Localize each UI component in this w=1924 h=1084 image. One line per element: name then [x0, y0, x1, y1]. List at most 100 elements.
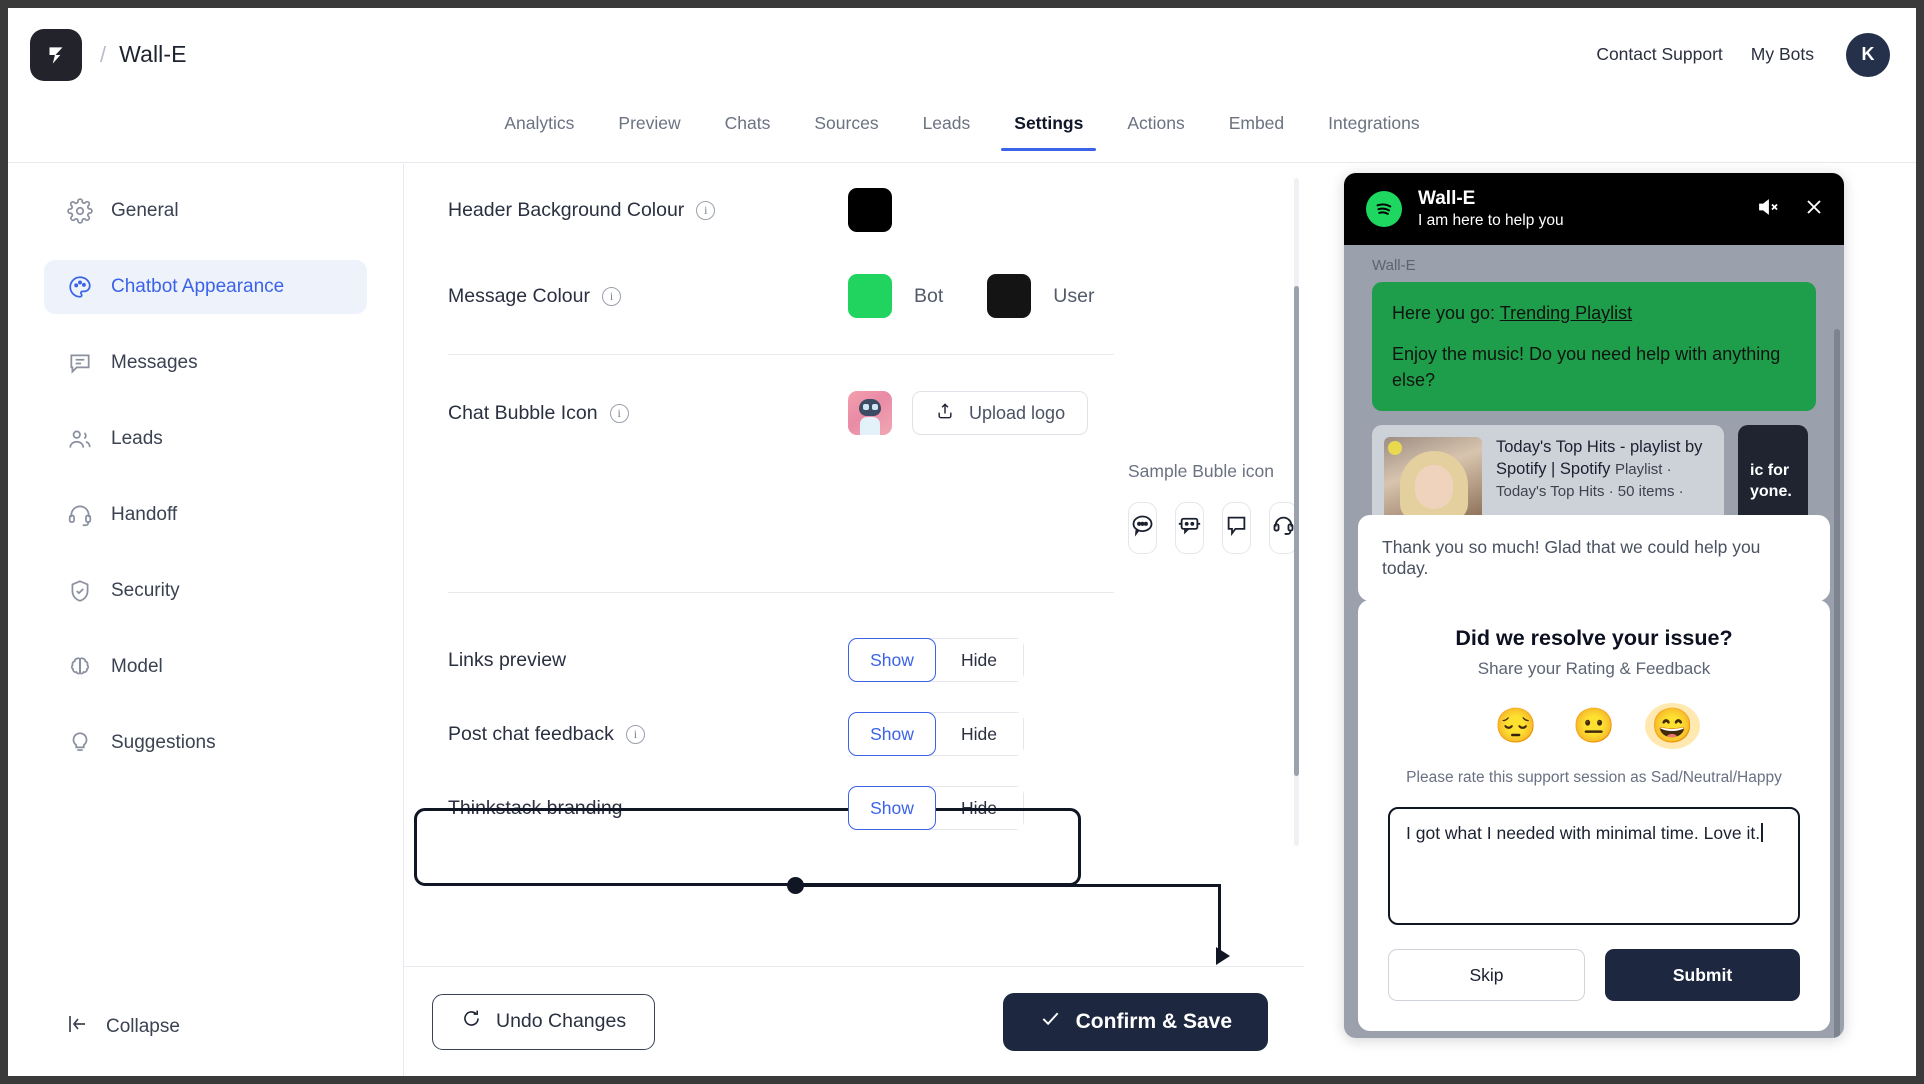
post-chat-feedback-show-button[interactable]: Show [848, 712, 936, 756]
submit-button[interactable]: Submit [1605, 949, 1800, 1001]
sidebar-item-label: Model [111, 656, 163, 677]
feedback-rate-hint: Please rate this support session as Sad/… [1406, 769, 1782, 786]
tab-embed[interactable]: Embed [1207, 101, 1306, 150]
robot-chat-icon [1176, 512, 1203, 544]
mute-icon[interactable] [1756, 195, 1780, 224]
thinkstack-branding-label-group: Thinkstack branding [448, 797, 848, 820]
confirm-and-save-button[interactable]: Confirm & Save [1002, 992, 1268, 1051]
neutral-emoji[interactable]: 😐 [1573, 709, 1615, 743]
sidebar-item-label: Chatbot Appearance [111, 276, 285, 297]
spotify-icon [1366, 191, 1402, 227]
chat-bubble-icon-label-group: Chat Bubble Icon i [448, 402, 848, 425]
headset-icon [66, 502, 93, 529]
post-chat-feedback-hide-button[interactable]: Hide [935, 713, 1023, 755]
bot-colour-label: Bot [914, 284, 944, 307]
header-background-colour-swatch[interactable] [848, 188, 892, 232]
close-icon[interactable] [1802, 195, 1826, 224]
bot-avatar-preview[interactable] [848, 391, 892, 435]
settings-sidebar: General Chatbot Appearance Messages Lead… [8, 164, 404, 1076]
tab-preview[interactable]: Preview [596, 101, 702, 150]
annotation-arrowhead [1216, 947, 1230, 965]
bot-message-line-2: Enjoy the music! Do you need help with a… [1392, 344, 1781, 391]
lightbulb-icon [66, 730, 93, 757]
tab-sources[interactable]: Sources [792, 101, 900, 150]
info-icon[interactable]: i [609, 403, 629, 423]
sidebar-item-messages[interactable]: Messages [44, 336, 367, 390]
header-actions: Contact Support My Bots K [1596, 32, 1916, 77]
bot-message-line-1: Here you go: Trending Playlist [1392, 300, 1796, 326]
chat-bubble-icon-row: Chat Bubble Icon i Upload logo [404, 385, 1304, 441]
widget-header-texts: Wall-E I am here to help you [1418, 187, 1564, 230]
brand-breadcrumb: / Wall-E [8, 28, 187, 81]
robot-eye-left [863, 404, 869, 410]
user-message-colour-swatch[interactable] [987, 274, 1032, 318]
chat-bubble-icon-label: Chat Bubble Icon [448, 401, 598, 424]
top-header-bar: / Wall-E Contact Support My Bots K [8, 8, 1916, 101]
post-chat-feedback-card: Did we resolve your issue? Share your Ra… [1358, 600, 1830, 1031]
info-icon[interactable]: i [625, 724, 645, 744]
collapse-label: Collapse [106, 1016, 180, 1037]
thinkstack-branding-show-button[interactable]: Show [848, 786, 936, 830]
sidebar-item-leads[interactable]: Leads [44, 412, 367, 466]
feedback-textarea[interactable]: I got what I needed with minimal time. L… [1388, 807, 1800, 925]
check-icon [1039, 1007, 1062, 1036]
links-preview-toggle: Show Hide [848, 638, 1024, 682]
settings-form: Header Background Colour i Message Colou… [404, 164, 1304, 966]
sidebar-item-suggestions[interactable]: Suggestions [44, 716, 367, 770]
tab-settings[interactable]: Settings [992, 101, 1105, 151]
tab-chats[interactable]: Chats [703, 101, 793, 150]
tab-integrations[interactable]: Integrations [1306, 101, 1441, 150]
form-scrollbar-thumb[interactable] [1294, 286, 1299, 776]
undo-changes-button[interactable]: Undo Changes [432, 993, 656, 1050]
user-avatar[interactable]: K [1846, 32, 1890, 77]
happy-emoji[interactable]: 😄 [1651, 709, 1694, 743]
settings-footer: Undo Changes Confirm & Save [404, 966, 1304, 1076]
links-preview-hide-button[interactable]: Hide [935, 639, 1023, 681]
skip-button[interactable]: Skip [1388, 949, 1585, 1001]
sidebar-item-handoff[interactable]: Handoff [44, 488, 367, 542]
playlist-thumbnail [1384, 437, 1482, 522]
tab-leads[interactable]: Leads [901, 101, 993, 150]
undo-changes-label: Undo Changes [496, 1010, 627, 1032]
sidebar-item-model[interactable]: Model [44, 640, 367, 694]
contact-support-link[interactable]: Contact Support [1596, 44, 1722, 65]
thinkstack-branding-hide-button[interactable]: Hide [935, 787, 1023, 829]
link-card-title: ic for yone. [1750, 462, 1792, 501]
collapse-sidebar-button[interactable]: Collapse [8, 1012, 403, 1042]
brain-icon [66, 654, 93, 681]
tab-actions[interactable]: Actions [1105, 101, 1206, 150]
sidebar-item-general[interactable]: General [44, 184, 367, 238]
chat-dots-icon [1129, 512, 1156, 544]
my-bots-link[interactable]: My Bots [1751, 44, 1814, 65]
upload-icon [935, 401, 955, 426]
info-icon[interactable]: i [696, 200, 716, 220]
breadcrumb-separator: / [100, 41, 107, 67]
links-preview-show-button[interactable]: Show [848, 638, 936, 682]
message-colour-row: Message Colour i Bot User [404, 268, 1304, 324]
sidebar-item-label: General [111, 200, 179, 221]
feedback-rating-options: 😔 😐 😄 [1388, 709, 1800, 743]
bot-message-prefix: Here you go: [1392, 303, 1500, 323]
links-preview-row: Links preview Show Hide [404, 623, 1304, 697]
spotify-badge-icon [1388, 441, 1402, 456]
annotation-line [795, 884, 1221, 887]
robot-chat-icon-option[interactable] [1175, 502, 1204, 554]
sidebar-item-security[interactable]: Security [44, 564, 367, 618]
tab-analytics[interactable]: Analytics [482, 101, 596, 150]
main-tab-bar: Analytics Preview Chats Sources Leads Se… [8, 101, 1916, 163]
info-icon[interactable]: i [601, 286, 621, 306]
upload-logo-button[interactable]: Upload logo [912, 391, 1089, 435]
sidebar-item-chatbot-appearance[interactable]: Chatbot Appearance [44, 260, 367, 314]
widget-bot-subtitle: I am here to help you [1418, 211, 1564, 229]
speech-bubble-icon-option[interactable] [1222, 502, 1251, 554]
thinkstack-logo-icon[interactable] [30, 28, 82, 81]
message-colour-label: Message Colour [448, 284, 590, 307]
chat-dots-icon-option[interactable] [1128, 502, 1157, 554]
annotation-line-vertical [1218, 884, 1221, 956]
sad-emoji[interactable]: 😔 [1494, 709, 1536, 743]
widget-scrollbar[interactable] [1834, 329, 1840, 1038]
upload-logo-label: Upload logo [969, 402, 1066, 423]
bubble-icon-options [404, 502, 1304, 554]
trending-playlist-link[interactable]: Trending Playlist [1500, 303, 1632, 323]
bot-message-colour-swatch[interactable] [848, 274, 892, 318]
